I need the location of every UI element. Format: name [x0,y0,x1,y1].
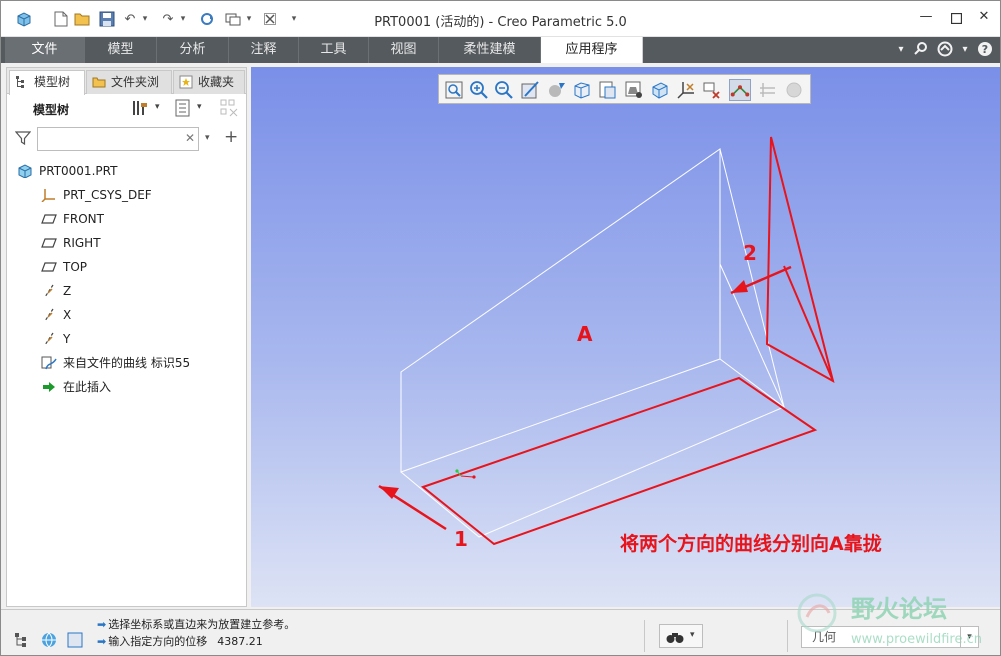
tab-folder-browser[interactable]: 文件夹浏 [86,70,172,94]
arrow-2-label: 2 [743,241,757,265]
maximize-button[interactable] [943,9,969,29]
status-value: 4387.21 [217,635,263,648]
tree-item-label: TOP [63,260,88,274]
tab-file[interactable]: 文件 [5,37,85,63]
annotation-caption: 将两个方向的曲线分别向A靠拢 [620,532,882,555]
ribbon-collapse-icon[interactable]: ▾ [891,41,911,59]
status-message-2: ➡ 输入指定方向的位移 4387.21 [97,633,263,649]
tree-item-label: FRONT [63,212,104,226]
datum-plane-icon [41,262,57,272]
tree-item-label: RIGHT [63,236,101,250]
tree-filter-row: ✕ ▾ + [7,124,246,154]
find-dropdown-icon: ▾ [690,630,695,640]
find-button[interactable]: ▾ [659,624,703,648]
insert-here-icon [43,382,55,392]
tab-folder-browser-label: 文件夹浏 [111,75,160,89]
search-dropdown-icon[interactable]: ▾ [205,133,210,143]
tree-item-label: PRT_CSYS_DEF [63,188,152,202]
annotation-sketch [420,136,835,546]
part-icon [18,164,32,178]
status-message-1-text: 选择坐标系或直边来为放置建立参考。 [108,618,296,631]
search-icon[interactable] [911,41,931,59]
status-message-1: ➡ 选择坐标系或直边来为放置建立参考。 [97,616,295,632]
curve-from-file-icon [41,356,57,370]
filter-icon[interactable] [15,130,31,146]
navigator-toggle-icon[interactable] [13,631,33,649]
annotation-arrow-1 [378,484,447,531]
model-tree-title: 模型树 [33,103,70,117]
svg-text:?: ? [982,43,988,56]
tree-settings-icon[interactable] [131,99,149,117]
tab-view[interactable]: 视图 [369,37,439,63]
clear-search-icon[interactable]: ✕ [185,131,195,145]
binoculars-icon [666,633,684,643]
status-divider [787,620,788,652]
tree-columns-icon[interactable] [219,98,239,118]
status-bar: ➡ 选择坐标系或直边来为放置建立参考。 ➡ 输入指定方向的位移 4387.21 ▾ 几… [1,609,1000,655]
tab-model[interactable]: 模型 [85,37,157,63]
app-window: ↶ ▾ ↷ ▾ ▾ ▾ PRT0001 (活动的) - Creo Paramet… [0,0,1001,656]
csys-icon [41,189,55,202]
tree-settings-dropdown-icon[interactable]: ▾ [155,102,160,112]
tab-model-tree-label: 模型树 [34,75,71,89]
tab-annotate[interactable]: 注释 [229,37,299,63]
close-button[interactable]: ✕ [971,9,997,29]
model-tree-icon [16,76,24,88]
annotation-arrow-2 [730,265,792,295]
tree-show-dropdown-icon[interactable]: ▾ [197,102,202,112]
face-a-label: A [577,322,593,346]
message-arrow-icon: ➡ [97,618,107,631]
selection-filter-value: 几何 [812,630,837,644]
status-message-2-text: 输入指定方向的位移 [108,635,208,648]
datum-plane-icon [41,238,57,248]
full-screen-icon[interactable] [65,631,85,649]
tree-item-label: Z [63,284,72,298]
tab-favorites[interactable]: 收藏夹 [173,70,245,94]
tree-item-label: 在此插入 [63,380,112,394]
tree-show-icon[interactable] [175,99,191,117]
title-bar: ↶ ▾ ↷ ▾ ▾ ▾ PRT0001 (活动的) - Creo Paramet… [1,1,1000,37]
graphics-window[interactable]: A 1 2 将两个方向的曲线分别向A靠拢 [251,67,1000,607]
model-canvas[interactable]: A 1 2 将两个方向的曲线分别向A靠拢 [251,67,1000,607]
status-divider [644,620,645,652]
tab-flexible-modeling[interactable]: 柔性建模 [439,37,541,63]
ribbon-tab-bar: 文件 模型 分析 注释 工具 视图 柔性建模 应用程序 ▾ ▾ ? [1,37,1000,63]
tree-item-label: X [63,308,72,322]
tree-item-label: Y [63,332,71,346]
message-arrow-icon: ➡ [97,635,107,648]
window-title: PRT0001 (活动的) - Creo Parametric 5.0 [374,15,627,30]
part-wireframe [400,148,785,538]
navigator-tabs: 模型树 文件夹浏 收藏夹 [7,68,246,95]
tab-favorites-label: 收藏夹 [198,75,235,89]
tab-analysis[interactable]: 分析 [157,37,229,63]
tree-search-input[interactable] [37,127,199,151]
tab-tools[interactable]: 工具 [299,37,369,63]
selection-filter-dropdown-icon: ▾ [960,627,978,647]
tab-applications[interactable]: 应用程序 [541,37,643,63]
tree-item-label: 来自文件的曲线 标识55 [63,356,191,370]
tab-model-tree[interactable]: 模型树 [9,70,85,95]
add-filter-icon[interactable]: + [224,127,238,147]
favorites-icon [179,75,193,89]
community-icon[interactable] [935,41,955,59]
minimize-button[interactable]: — [913,9,939,29]
datum-axis-icon [44,308,54,322]
datum-axis-icon [44,284,54,298]
help-icon[interactable]: ? [975,41,995,59]
browser-toggle-icon[interactable] [39,631,59,649]
folder-icon [92,77,106,88]
community-dropdown-icon[interactable]: ▾ [955,41,975,59]
arrow-1-label: 1 [454,527,468,551]
selection-filter[interactable]: 几何 ▾ [801,626,979,648]
navigator-panel: 模型树 文件夹浏 收藏夹 模型树 ▾ ▾ ✕ ▾ + PRT0001.PRT P… [6,67,247,607]
model-tree-header: 模型树 ▾ ▾ [7,94,246,122]
tree-item-label: PRT0001.PRT [39,164,118,178]
datum-plane-icon [41,214,57,224]
datum-axis-icon [44,332,54,346]
